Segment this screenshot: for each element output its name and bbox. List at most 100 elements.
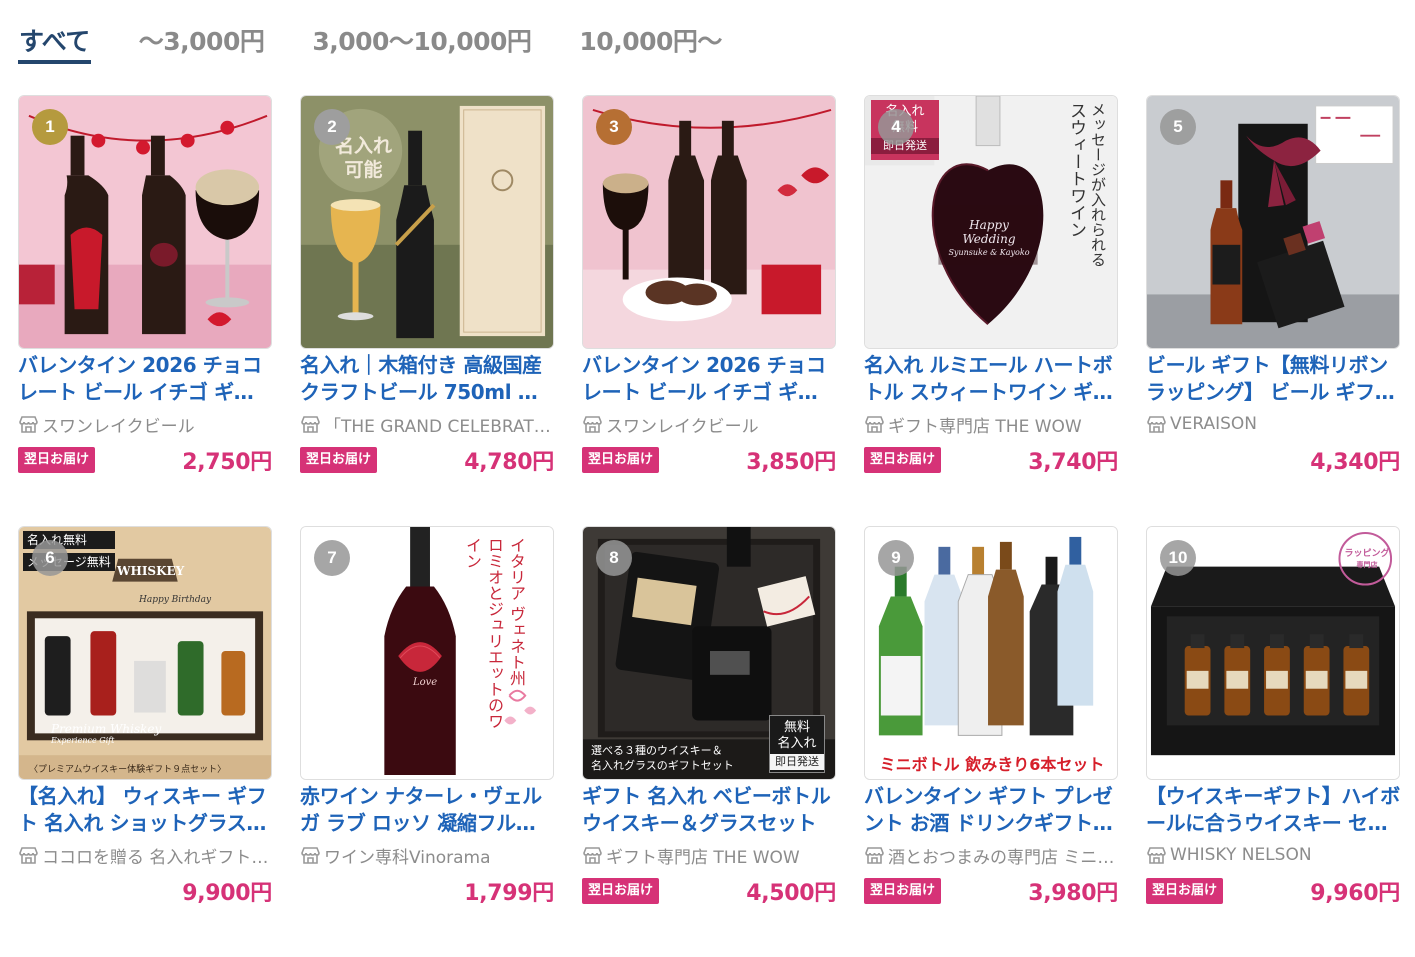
shop-info[interactable]: スワンレイクビール xyxy=(582,412,836,436)
product-title[interactable]: バレンタイン 2026 チョコレート ビール イチゴ ギフト xyxy=(582,352,836,406)
product-card[interactable]: ミニボトル 飲みきり6本セット 9 バレンタイン ギフト プレゼント お酒 ドリ… xyxy=(864,526,1118,957)
product-row: 名入れ無料 メッセージ無料 WHISKEY Happy Birthday Pre… xyxy=(18,526,1403,957)
shop-icon xyxy=(1147,415,1166,433)
image-text: ロミオとジュリエットのワイン xyxy=(463,537,504,729)
rank-badge: 8 xyxy=(596,540,632,576)
product-card[interactable]: 名入れ 可能 2 名入れ｜木箱付き 高級国産クラフトビール 750ml ギフト … xyxy=(300,95,554,526)
shop-info[interactable]: 酒とおつまみの専門店 ミニボトル xyxy=(864,843,1118,867)
product-image[interactable]: 名入れ無料 メッセージ無料 WHISKEY Happy Birthday Pre… xyxy=(18,526,272,780)
shop-name: スワンレイクビール xyxy=(606,416,759,437)
product-card[interactable]: 1 バレンタイン 2026 チョコレート ビール イチゴ ギフト スワンレイクビ… xyxy=(18,95,272,526)
image-text: スウィートワイン xyxy=(1066,102,1086,238)
rank-badge: 10 xyxy=(1160,540,1196,576)
rank-badge: 4 xyxy=(878,109,914,145)
rank-badge: 7 xyxy=(314,540,350,576)
product-card[interactable]: 3 バレンタイン 2026 チョコレート ビール イチゴ ギフト スワンレイクビ… xyxy=(582,95,836,526)
product-image[interactable]: ラッピング 専門店 10 xyxy=(1146,526,1400,780)
image-text: 名入れ xyxy=(777,736,817,751)
shop-icon xyxy=(865,415,884,433)
next-day-delivery-badge: 翌日お届け xyxy=(864,878,942,904)
image-text: Happy Birthday xyxy=(139,595,212,605)
shop-icon xyxy=(865,846,884,864)
image-text: Happy Wedding xyxy=(962,218,1016,246)
product-price: 3,850円 xyxy=(746,450,836,475)
shop-name: ギフト専門店 THE WOW xyxy=(606,847,800,868)
shop-icon xyxy=(583,846,602,864)
price-filter-tabs: すべて 〜3,000円 3,000〜10,000円 10,000円〜 xyxy=(18,0,770,64)
product-title[interactable]: 【ウイスキーギフト】ハイボールに合うウイスキー セット xyxy=(1146,783,1400,837)
shop-name: ギフト専門店 THE WOW xyxy=(888,416,1082,437)
shop-info[interactable]: スワンレイクビール xyxy=(18,412,272,436)
image-text: 可能 xyxy=(344,159,383,181)
image-text: 無料 xyxy=(783,720,810,735)
product-price: 4,500円 xyxy=(746,881,836,906)
image-text: Premium Whiskey xyxy=(51,722,162,736)
shop-name: ワイン専科Vinorama xyxy=(324,847,491,868)
product-title[interactable]: 赤ワイン ナターレ・ヴェルガ ラブ ロッソ 凝縮フルボディ xyxy=(300,783,554,837)
image-text: 専門店 xyxy=(1356,561,1378,569)
next-day-delivery-badge: 翌日お届け xyxy=(18,447,96,473)
product-price: 3,740円 xyxy=(1028,450,1118,475)
tab-all[interactable]: すべて xyxy=(18,0,91,64)
tab-over-10000[interactable]: 10,000円〜 xyxy=(579,0,722,64)
tab-under-3000[interactable]: 〜3,000円 xyxy=(139,0,265,64)
image-text: ミニボトル 飲みきり6本セット xyxy=(879,755,1105,774)
product-card[interactable]: 名入れ無料 メッセージ無料 WHISKEY Happy Birthday Pre… xyxy=(18,526,272,957)
image-text: メッセージが入れられる xyxy=(1089,102,1107,267)
product-card[interactable]: 名入れ 無料 即日発送 メッセージが入れられる スウィートワイン Happy W… xyxy=(864,95,1118,526)
product-title[interactable]: ギフト 名入れ ベビーボトル ウイスキー＆グラスセット xyxy=(582,783,836,837)
rank-badge: 1 xyxy=(32,109,68,145)
shop-icon xyxy=(19,415,38,433)
product-ranking-grid: 1 バレンタイン 2026 チョコレート ビール イチゴ ギフト スワンレイクビ… xyxy=(18,95,1403,957)
shop-name: WHISKY NELSON xyxy=(1170,845,1312,865)
shop-info[interactable]: VERAISON xyxy=(1146,412,1400,436)
shop-info[interactable]: ココロを贈る 名入れギフト専門店 xyxy=(18,843,272,867)
product-image[interactable]: 名入れ 無料 即日発送 メッセージが入れられる スウィートワイン Happy W… xyxy=(864,95,1118,349)
image-text: Love xyxy=(413,677,438,688)
rank-badge: 5 xyxy=(1160,109,1196,145)
product-price: 9,900円 xyxy=(182,881,272,906)
product-title[interactable]: 【名入れ】 ウィスキー ギフト 名入れ ショットグラスセット xyxy=(18,783,272,837)
image-text: 即日発送 xyxy=(770,754,824,770)
product-image[interactable]: 名入れ 可能 2 xyxy=(300,95,554,349)
shop-info[interactable]: ギフト専門店 THE WOW xyxy=(582,843,836,867)
next-day-delivery-badge: 翌日お届け xyxy=(1146,878,1224,904)
product-image[interactable]: ミニボトル 飲みきり6本セット 9 xyxy=(864,526,1118,780)
product-price: 4,780円 xyxy=(464,450,554,475)
shop-name: スワンレイクビール xyxy=(42,416,195,437)
product-card[interactable]: 無料 名入れ 即日発送 選べる３種のウイスキー＆ 名入れグラスのギフトセット 8… xyxy=(582,526,836,957)
product-price: 9,960円 xyxy=(1310,881,1400,906)
tab-3000-10000[interactable]: 3,000〜10,000円 xyxy=(312,0,532,64)
image-text: イタリア ヴェネト州 xyxy=(507,537,526,687)
product-title[interactable]: バレンタイン 2026 チョコレート ビール イチゴ ギフト xyxy=(18,352,272,406)
next-day-delivery-badge: 翌日お届け xyxy=(864,447,942,473)
product-title[interactable]: ビール ギフト【無料リボンラッピング】 ビール ギフトセット xyxy=(1146,352,1400,406)
image-text: 選べる３種のウイスキー＆ xyxy=(591,744,723,757)
product-image[interactable]: イタリア ヴェネト州 ロミオとジュリエットのワイン Love 7 xyxy=(300,526,554,780)
product-row: 1 バレンタイン 2026 チョコレート ビール イチゴ ギフト スワンレイクビ… xyxy=(18,95,1403,526)
image-text: ラッピング xyxy=(1344,549,1390,559)
product-image[interactable]: 3 xyxy=(582,95,836,349)
product-title[interactable]: 名入れ ルミエール ハートボトル スウィートワイン ギフト xyxy=(864,352,1118,406)
shop-info[interactable]: WHISKY NELSON xyxy=(1146,843,1400,867)
shop-icon xyxy=(1147,846,1166,864)
shop-icon xyxy=(19,846,38,864)
rank-badge: 6 xyxy=(32,540,68,576)
product-image[interactable]: 無料 名入れ 即日発送 選べる３種のウイスキー＆ 名入れグラスのギフトセット 8 xyxy=(582,526,836,780)
shop-info[interactable]: ワイン専科Vinorama xyxy=(300,843,554,867)
product-title[interactable]: 名入れ｜木箱付き 高級国産クラフトビール 750ml ギフト xyxy=(300,352,554,406)
image-text: Syunsuke & Kayoko xyxy=(948,248,1030,257)
product-price: 3,980円 xyxy=(1028,881,1118,906)
product-card[interactable]: ラッピング 専門店 10 【ウイスキーギフト】ハイボールに合うウイスキー セット… xyxy=(1146,526,1400,957)
image-text: Experience Gift xyxy=(51,736,115,745)
product-image[interactable]: 1 xyxy=(18,95,272,349)
product-card[interactable]: 5 ビール ギフト【無料リボンラッピング】 ビール ギフトセット VERAISO… xyxy=(1146,95,1400,526)
image-text: 名入れグラスのギフトセット xyxy=(591,759,734,772)
product-image[interactable]: 5 xyxy=(1146,95,1400,349)
product-card[interactable]: イタリア ヴェネト州 ロミオとジュリエットのワイン Love 7 赤ワイン ナタ… xyxy=(300,526,554,957)
product-title[interactable]: バレンタイン ギフト プレゼント お酒 ドリンクギフト 日本酒 xyxy=(864,783,1118,837)
shop-info[interactable]: 「THE GRAND CELEBRATION」 xyxy=(300,412,554,436)
rank-badge: 2 xyxy=(314,109,350,145)
next-day-delivery-badge: 翌日お届け xyxy=(582,447,660,473)
shop-info[interactable]: ギフト専門店 THE WOW xyxy=(864,412,1118,436)
